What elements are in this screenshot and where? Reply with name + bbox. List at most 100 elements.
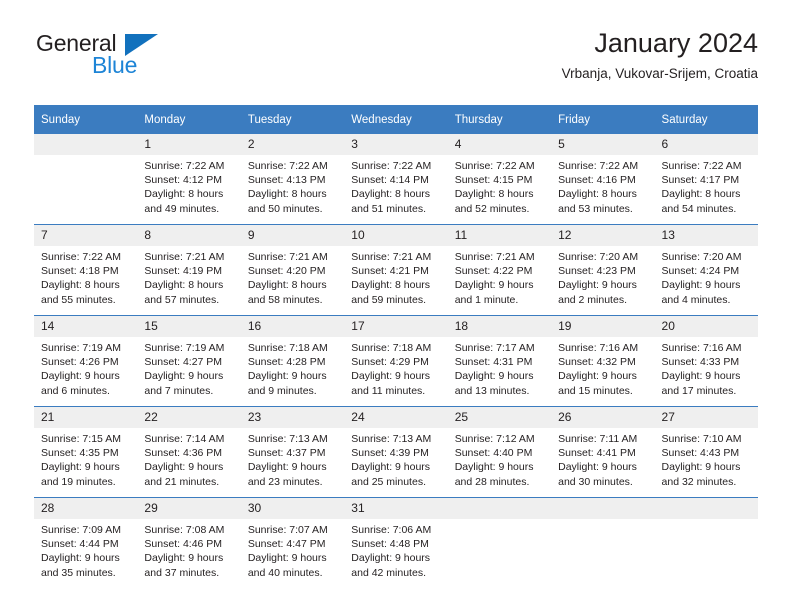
day-cell[interactable]: 13 Sunrise: 7:20 AM Sunset: 4:24 PM Dayl… — [654, 224, 758, 316]
sunset-text: Sunset: 4:36 PM — [144, 447, 223, 460]
day-cell[interactable]: 28 Sunrise: 7:09 AM Sunset: 4:44 PM Dayl… — [34, 497, 138, 588]
day-number: 18 — [447, 316, 552, 337]
daylight-text-line2: and 57 minutes. — [144, 293, 220, 306]
day-cell — [447, 497, 552, 588]
daylight-text-line2: and 19 minutes. — [41, 475, 116, 488]
day-cell[interactable]: 7 Sunrise: 7:22 AM Sunset: 4:18 PM Dayli… — [34, 224, 138, 316]
daylight-text-line1: Daylight: 9 hours — [351, 461, 431, 474]
day-cell[interactable]: 22 Sunrise: 7:14 AM Sunset: 4:36 PM Dayl… — [137, 406, 241, 498]
day-cell[interactable]: 8 Sunrise: 7:21 AM Sunset: 4:19 PM Dayli… — [137, 224, 241, 316]
day-cell[interactable]: 14 Sunrise: 7:19 AM Sunset: 4:26 PM Dayl… — [34, 315, 138, 407]
day-cell[interactable]: 6 Sunrise: 7:22 AM Sunset: 4:17 PM Dayli… — [654, 134, 758, 225]
day-cell[interactable]: 5 Sunrise: 7:22 AM Sunset: 4:16 PM Dayli… — [551, 134, 655, 225]
day-number: 7 — [34, 225, 138, 246]
day-cell[interactable]: 9 Sunrise: 7:21 AM Sunset: 4:20 PM Dayli… — [240, 224, 345, 316]
day-cell[interactable]: 17 Sunrise: 7:18 AM Sunset: 4:29 PM Dayl… — [344, 315, 448, 407]
sunset-text: Sunset: 4:17 PM — [661, 174, 740, 187]
sunset-text: Sunset: 4:35 PM — [41, 447, 119, 460]
day-number: 2 — [240, 134, 345, 155]
daylight-text-line2: and 2 minutes. — [558, 293, 627, 306]
sunrise-text: Sunrise: 7:18 AM — [351, 342, 432, 354]
sunset-text: Sunset: 4:13 PM — [247, 174, 326, 187]
sunrise-text: Sunrise: 7:12 AM — [454, 433, 535, 445]
day-number: 29 — [137, 498, 241, 519]
daylight-text-line1: Daylight: 8 hours — [351, 188, 431, 201]
calendar-page: General Blue January 2024 Vrbanja, Vukov… — [0, 0, 792, 612]
daylight-text-line1: Daylight: 9 hours — [144, 461, 224, 474]
day-cell[interactable]: 10 Sunrise: 7:21 AM Sunset: 4:21 PM Dayl… — [344, 224, 448, 316]
day-number: 22 — [137, 407, 241, 428]
sunrise-text: Sunrise: 7:06 AM — [351, 524, 432, 536]
day-details: Sunrise: 7:09 AM Sunset: 4:44 PM Dayligh… — [34, 519, 137, 580]
day-number: 11 — [447, 225, 552, 246]
day-cell[interactable]: 3 Sunrise: 7:22 AM Sunset: 4:14 PM Dayli… — [344, 134, 448, 225]
sunset-text: Sunset: 4:32 PM — [558, 356, 636, 369]
sunrise-text: Sunrise: 7:07 AM — [247, 524, 328, 536]
sunrise-text: Sunrise: 7:16 AM — [558, 342, 639, 354]
day-cell[interactable]: 20 Sunrise: 7:16 AM Sunset: 4:33 PM Dayl… — [654, 315, 758, 407]
day-cell[interactable]: 19 Sunrise: 7:16 AM Sunset: 4:32 PM Dayl… — [551, 315, 655, 407]
day-cell[interactable]: 16 Sunrise: 7:18 AM Sunset: 4:28 PM Dayl… — [240, 315, 345, 407]
page-title: January 2024 — [594, 28, 758, 58]
sunset-text: Sunset: 4:15 PM — [454, 174, 533, 187]
weekday-header-sunday: Sunday — [34, 105, 138, 134]
day-cell[interactable]: 12 Sunrise: 7:20 AM Sunset: 4:23 PM Dayl… — [551, 224, 655, 316]
day-number: 28 — [34, 498, 138, 519]
day-cell[interactable]: 23 Sunrise: 7:13 AM Sunset: 4:37 PM Dayl… — [240, 406, 345, 498]
day-details: Sunrise: 7:20 AM Sunset: 4:23 PM Dayligh… — [551, 246, 654, 307]
daylight-text-line2: and 25 minutes. — [351, 475, 426, 488]
calendar-week-row: 1 Sunrise: 7:22 AM Sunset: 4:12 PM Dayli… — [34, 134, 758, 225]
daylight-text-line2: and 59 minutes. — [351, 293, 426, 306]
day-cell[interactable]: 29 Sunrise: 7:08 AM Sunset: 4:46 PM Dayl… — [137, 497, 241, 588]
sunset-text: Sunset: 4:40 PM — [454, 447, 533, 460]
daylight-text-line1: Daylight: 9 hours — [351, 552, 431, 565]
sunset-text: Sunset: 4:33 PM — [661, 356, 740, 369]
day-cell[interactable]: 1 Sunrise: 7:22 AM Sunset: 4:12 PM Dayli… — [137, 134, 241, 225]
day-cell[interactable]: 11 Sunrise: 7:21 AM Sunset: 4:22 PM Dayl… — [447, 224, 552, 316]
daylight-text-line1: Daylight: 9 hours — [41, 370, 120, 383]
day-details: Sunrise: 7:08 AM Sunset: 4:46 PM Dayligh… — [137, 519, 240, 580]
day-cell[interactable]: 25 Sunrise: 7:12 AM Sunset: 4:40 PM Dayl… — [447, 406, 552, 498]
day-cell — [34, 134, 138, 225]
generalblue-logo[interactable]: General Blue — [34, 30, 234, 92]
day-number: 16 — [240, 316, 345, 337]
calendar-table: Sunday Monday Tuesday Wednesday Thursday… — [34, 105, 758, 588]
day-number: 14 — [34, 316, 138, 337]
sunrise-text: Sunrise: 7:13 AM — [247, 433, 328, 445]
sunset-text: Sunset: 4:26 PM — [41, 356, 119, 369]
day-number: 17 — [344, 316, 448, 337]
day-cell[interactable]: 26 Sunrise: 7:11 AM Sunset: 4:41 PM Dayl… — [551, 406, 655, 498]
day-number: 20 — [654, 316, 758, 337]
daylight-text-line2: and 15 minutes. — [558, 384, 633, 397]
day-cell[interactable]: 27 Sunrise: 7:10 AM Sunset: 4:43 PM Dayl… — [654, 406, 758, 498]
daylight-text-line2: and 52 minutes. — [454, 202, 530, 215]
daylight-text-line1: Daylight: 9 hours — [558, 461, 637, 474]
daylight-text-line2: and 49 minutes. — [144, 202, 220, 215]
day-cell[interactable]: 30 Sunrise: 7:07 AM Sunset: 4:47 PM Dayl… — [240, 497, 345, 588]
day-cell[interactable]: 21 Sunrise: 7:15 AM Sunset: 4:35 PM Dayl… — [34, 406, 138, 498]
day-number: 25 — [447, 407, 552, 428]
day-cell[interactable]: 4 Sunrise: 7:22 AM Sunset: 4:15 PM Dayli… — [447, 134, 552, 225]
daylight-text-line1: Daylight: 8 hours — [558, 188, 637, 201]
sunset-text: Sunset: 4:37 PM — [247, 447, 326, 460]
day-details: Sunrise: 7:18 AM Sunset: 4:29 PM Dayligh… — [344, 337, 447, 398]
sunrise-text: Sunrise: 7:21 AM — [351, 251, 432, 263]
day-details: Sunrise: 7:19 AM Sunset: 4:26 PM Dayligh… — [34, 337, 137, 398]
daylight-text-line1: Daylight: 9 hours — [661, 461, 741, 474]
day-details: Sunrise: 7:12 AM Sunset: 4:40 PM Dayligh… — [448, 428, 551, 489]
day-details: Sunrise: 7:15 AM Sunset: 4:35 PM Dayligh… — [34, 428, 137, 489]
daylight-text-line2: and 51 minutes. — [351, 202, 426, 215]
day-cell — [551, 497, 655, 588]
sunrise-text: Sunrise: 7:22 AM — [661, 160, 742, 172]
day-cell[interactable]: 2 Sunrise: 7:22 AM Sunset: 4:13 PM Dayli… — [240, 134, 345, 225]
day-cell[interactable]: 24 Sunrise: 7:13 AM Sunset: 4:39 PM Dayl… — [344, 406, 448, 498]
day-cell[interactable]: 31 Sunrise: 7:06 AM Sunset: 4:48 PM Dayl… — [344, 497, 448, 588]
daylight-text-line1: Daylight: 9 hours — [144, 370, 224, 383]
sunrise-text: Sunrise: 7:22 AM — [41, 251, 121, 263]
day-details: Sunrise: 7:19 AM Sunset: 4:27 PM Dayligh… — [137, 337, 240, 398]
day-cell[interactable]: 18 Sunrise: 7:17 AM Sunset: 4:31 PM Dayl… — [447, 315, 552, 407]
calendar-week-row: 28 Sunrise: 7:09 AM Sunset: 4:44 PM Dayl… — [34, 497, 758, 588]
day-cell[interactable]: 15 Sunrise: 7:19 AM Sunset: 4:27 PM Dayl… — [137, 315, 241, 407]
day-details: Sunrise: 7:22 AM Sunset: 4:12 PM Dayligh… — [137, 155, 240, 216]
weekday-header-tuesday: Tuesday — [240, 105, 345, 134]
